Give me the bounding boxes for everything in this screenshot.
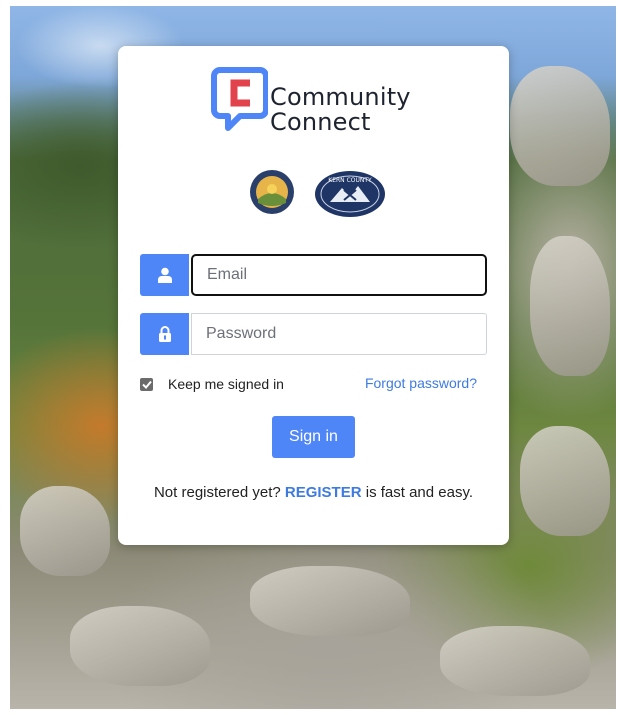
lock-icon [158,326,171,342]
register-prefix: Not registered yet? [153,484,281,501]
forgot-password-link[interactable]: Forgot password? [365,375,477,391]
brand-name-line2: Connect [270,108,371,136]
sign-in-button[interactable]: Sign in [272,416,355,458]
user-icon [157,267,172,283]
community-connect-logo: Community Connect [210,66,420,138]
background-rock [440,626,590,696]
email-input[interactable] [191,254,487,296]
brand-name-line1: Community [270,83,411,111]
register-prompt: Not registered yet? REGISTER is fast and… [118,484,509,501]
seal-logos: KERN COUNTY [248,168,388,220]
password-addon [140,313,189,355]
eastern-kern-seal-icon [250,170,294,214]
email-addon [140,254,189,296]
keep-signed-in[interactable]: Keep me signed in [140,374,284,394]
email-field-group [140,254,487,296]
keep-signed-in-label: Keep me signed in [168,376,284,392]
background-rock [520,426,610,536]
kern-county-seal-text: KERN COUNTY [328,177,372,184]
background-rock [510,66,610,186]
brand-name: Community Connect [270,85,411,135]
keep-signed-in-checkbox[interactable] [140,377,153,391]
background-rock [20,486,110,576]
background-rock [70,606,210,686]
checkmark-icon [141,380,152,389]
register-suffix: is fast and easy. [365,484,474,501]
kern-county-seal-icon: KERN COUNTY [315,171,385,217]
password-field-group [140,313,487,355]
speech-bubble-logo-icon [211,67,268,131]
background-rock [250,566,410,636]
password-input[interactable] [191,313,487,355]
register-link[interactable]: REGISTER [285,484,362,501]
background-rock [530,236,610,376]
login-card: Community Connect KERN COUNTY Email Keep… [118,46,509,545]
